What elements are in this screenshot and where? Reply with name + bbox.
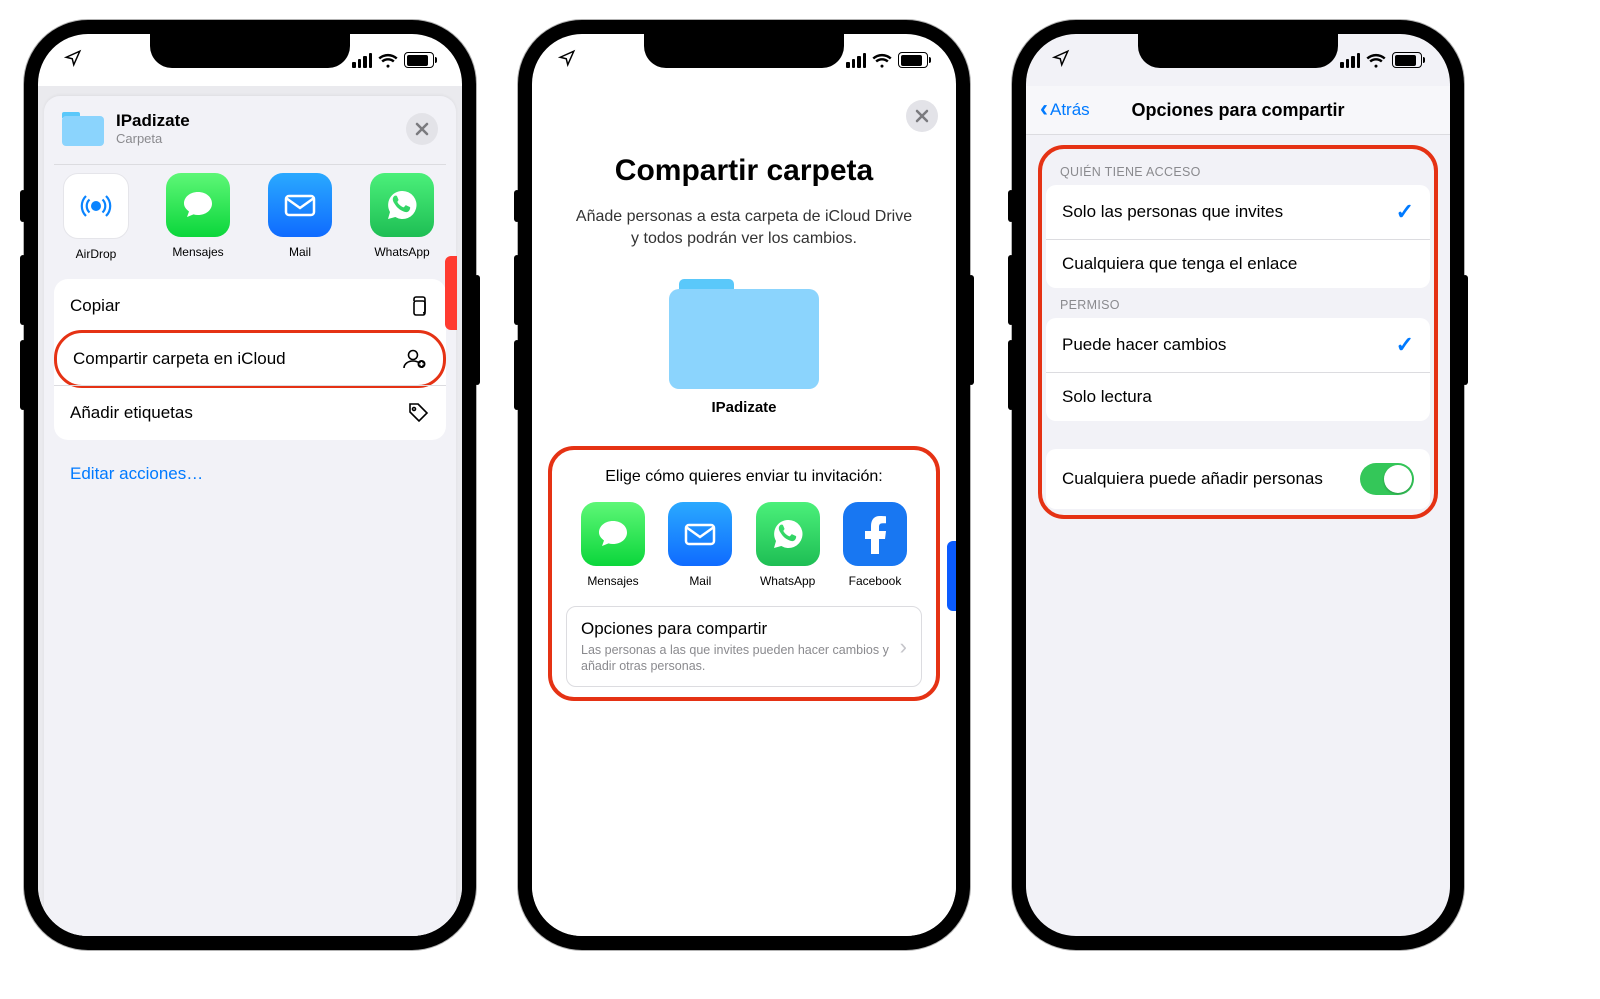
phone-share-sheet: IPadizate Carpeta AirDrop [24,20,476,950]
nav-bar: ‹ Atrás Opciones para compartir [1026,86,1450,135]
action-copy[interactable]: Copiar [54,279,446,333]
nav-title: Opciones para compartir [1131,100,1344,121]
location-icon [1052,49,1070,71]
share-title: IPadizate [116,110,394,131]
share-options-row[interactable]: Opciones para compartir Las personas a l… [566,606,922,688]
section-access-header: QUIÉN TIENE ACCESO [1046,155,1430,185]
close-button[interactable] [906,100,938,132]
cell-signal-icon [352,53,372,68]
share-options-title: Opciones para compartir [581,619,900,639]
access-anyone-link-row[interactable]: Cualquiera que tenga el enlace [1046,239,1430,288]
battery-icon [404,52,434,68]
location-icon [558,49,576,71]
share-sheet: IPadizate Carpeta AirDrop [44,96,456,936]
invite-app-mail[interactable]: Mail [659,502,741,588]
options-highlight-panel: QUIÉN TIENE ACCESO Solo las personas que… [1038,145,1438,519]
battery-icon [1392,52,1422,68]
next-app-peek [445,256,457,330]
perm-edit-row[interactable]: Puede hacer cambios ✓ [1046,318,1430,372]
anyone-can-add-row[interactable]: Cualquiera puede añadir personas [1046,449,1430,509]
location-icon [64,49,82,71]
folder-name: IPadizate [548,399,940,416]
action-add-tags[interactable]: Añadir etiquetas [54,385,446,440]
tag-icon [406,401,430,425]
edit-actions-link[interactable]: Editar acciones… [54,450,446,484]
wifi-icon [872,53,892,68]
copy-icon [406,294,430,318]
checkmark-icon: ✓ [1396,199,1414,225]
next-app-peek [947,541,956,611]
access-invited-row[interactable]: Solo las personas que invites ✓ [1046,185,1430,239]
whatsapp-icon [370,173,434,237]
share-app-mail[interactable]: Mail [264,173,336,261]
cell-signal-icon [1340,53,1360,68]
phone-share-folder: Compartir carpeta Añade personas a esta … [518,20,970,950]
share-subtitle: Carpeta [116,131,394,147]
invite-prompt: Elige cómo quieres enviar tu invitación: [566,468,922,486]
airdrop-icon [63,173,129,239]
mail-icon [668,502,732,566]
action-share-icloud[interactable]: Compartir carpeta en iCloud [54,330,446,388]
page-title: Compartir carpeta [548,154,940,188]
invite-app-facebook[interactable]: Facebook [834,502,916,588]
battery-icon [898,52,928,68]
toggle-on[interactable] [1360,463,1414,495]
mail-icon [268,173,332,237]
section-permission-header: PERMISO [1046,288,1430,318]
cell-signal-icon [846,53,866,68]
page-subtitle: Añade personas a esta carpeta de iCloud … [570,206,918,251]
actions-card: Copiar Compartir carpeta en iCloud Añadi… [54,279,446,440]
invite-app-whatsapp[interactable]: WhatsApp [747,502,829,588]
share-app-airdrop[interactable]: AirDrop [60,173,132,261]
messages-icon [166,173,230,237]
facebook-icon [843,502,907,566]
invite-highlight-panel: Elige cómo quieres enviar tu invitación:… [548,446,940,702]
person-add-icon [401,348,427,370]
wifi-icon [378,53,398,68]
folder-icon [62,112,104,146]
share-app-whatsapp[interactable]: WhatsApp [366,173,438,261]
invite-app-messages[interactable]: Mensajes [572,502,654,588]
perm-read-row[interactable]: Solo lectura [1046,372,1430,421]
phone-share-options: ‹ Atrás Opciones para compartir QUIÉN TI… [1012,20,1464,950]
checkmark-icon: ✓ [1396,332,1414,358]
folder-icon [669,279,819,389]
wifi-icon [1366,53,1386,68]
whatsapp-icon [756,502,820,566]
messages-icon [581,502,645,566]
share-options-subtitle: Las personas a las que invites pueden ha… [581,642,900,675]
chevron-left-icon: ‹ [1040,97,1048,121]
back-button[interactable]: ‹ Atrás [1040,99,1090,121]
chevron-right-icon: › [900,634,907,660]
close-button[interactable] [406,113,438,145]
share-app-messages[interactable]: Mensajes [162,173,234,261]
